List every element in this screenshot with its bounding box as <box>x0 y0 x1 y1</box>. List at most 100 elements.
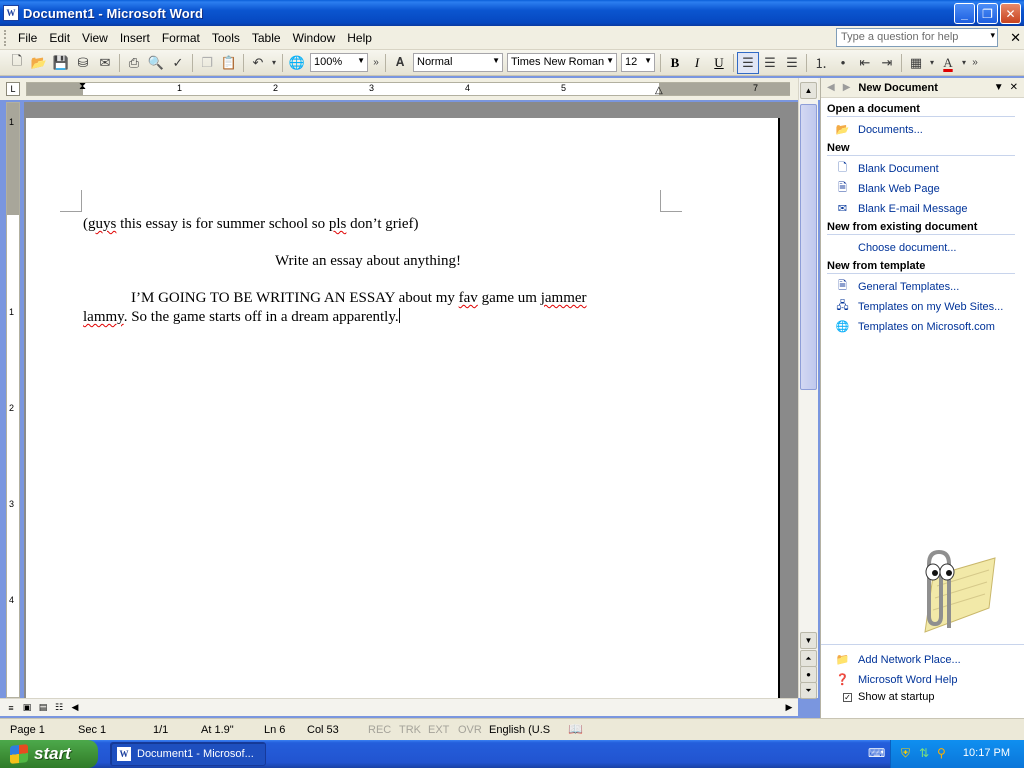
misspelled-word[interactable]: lammy <box>83 309 124 325</box>
menu-edit[interactable]: Edit <box>43 28 76 48</box>
misspelled-word[interactable]: guys <box>88 216 116 232</box>
bold-button[interactable]: B <box>664 52 686 74</box>
right-indent-marker-icon[interactable]: △ <box>655 85 663 96</box>
align-center-icon[interactable]: ☰ <box>759 52 781 74</box>
borders-icon[interactable]: ▦ <box>905 52 927 74</box>
print-layout-icon[interactable]: ▤ <box>36 701 50 714</box>
chevron-down-icon[interactable]: ▼ <box>357 56 365 65</box>
undo-icon[interactable]: ↶ <box>247 52 269 74</box>
menu-format[interactable]: Format <box>156 28 206 48</box>
documents-link[interactable]: 📂 Documents... <box>835 122 1024 137</box>
status-rec[interactable]: REC <box>368 724 391 736</box>
normal-view-icon[interactable]: ≡ <box>4 701 18 714</box>
chevron-down-icon[interactable]: ▼ <box>644 56 652 65</box>
permission-icon[interactable]: ⛁ <box>72 52 94 74</box>
toolbar-options-icon[interactable]: » <box>969 52 981 74</box>
scroll-left-icon[interactable]: ◀ <box>68 701 82 714</box>
horizontal-ruler[interactable]: 1 2 3 4 5 7 ⧗ △ <box>26 81 790 96</box>
scrollbar-thumb[interactable] <box>800 104 817 390</box>
copy-icon[interactable]: ❐ <box>196 52 218 74</box>
email-icon[interactable]: ✉ <box>94 52 116 74</box>
show-at-startup-checkbox[interactable]: ✓ Show at startup <box>843 691 1024 703</box>
status-trk[interactable]: TRK <box>399 724 421 736</box>
status-ext[interactable]: EXT <box>428 724 449 736</box>
choose-document-link[interactable]: Choose document... <box>858 240 1024 255</box>
status-pages[interactable]: 1/1 <box>153 724 168 736</box>
zoom-select[interactable]: 100% ▼ <box>310 53 368 72</box>
menu-tools[interactable]: Tools <box>206 28 246 48</box>
status-page[interactable]: Page 1 <box>10 724 45 736</box>
word-help-link[interactable]: ❓ Microsoft Word Help <box>835 672 1024 687</box>
back-arrow-icon[interactable]: ◀ <box>827 82 835 93</box>
vertical-ruler[interactable]: 1 1 2 3 4 <box>6 102 20 698</box>
numbering-icon[interactable]: ⒈ <box>810 52 832 74</box>
print-icon[interactable]: ⎙ <box>123 52 145 74</box>
templates-microsoft-link[interactable]: 🌐 Templates on Microsoft.com <box>835 319 1024 334</box>
maximize-button[interactable]: ❐ <box>977 3 998 24</box>
chevron-down-icon[interactable]: ▾ <box>959 52 969 74</box>
font-size-select[interactable]: 12 ▼ <box>621 53 655 72</box>
style-select[interactable]: Normal ▼ <box>413 53 503 72</box>
close-icon[interactable]: ✕ <box>1010 82 1018 93</box>
forward-arrow-icon[interactable]: ▶ <box>843 82 851 93</box>
close-button[interactable]: ✕ <box>1000 3 1021 24</box>
status-section[interactable]: Sec 1 <box>78 724 106 736</box>
outline-view-icon[interactable]: ☷ <box>52 701 66 714</box>
scroll-up-icon[interactable]: ▲ <box>800 82 817 99</box>
document-page[interactable]: (guys this essay is for summer school so… <box>26 118 780 698</box>
tab-selector-icon[interactable]: L <box>6 82 20 96</box>
blank-email-link[interactable]: ✉ Blank E-mail Message <box>835 201 1024 216</box>
scroll-down-icon[interactable]: ▼ <box>800 632 817 649</box>
font-select[interactable]: Times New Roman ▼ <box>507 53 617 72</box>
spelling-icon[interactable]: ✓ <box>167 52 189 74</box>
keyboard-icon[interactable]: ⌨ <box>868 746 885 760</box>
paste-icon[interactable]: 📋 <box>218 52 240 74</box>
menu-table[interactable]: Table <box>246 28 287 48</box>
chevron-down-icon[interactable]: ▼ <box>606 56 614 65</box>
start-button[interactable]: start <box>0 740 98 768</box>
menu-insert[interactable]: Insert <box>114 28 156 48</box>
chevron-down-icon[interactable]: ▼ <box>492 56 500 65</box>
misspelled-word[interactable]: jammer <box>541 290 587 306</box>
security-shield-icon[interactable]: ⛨ <box>901 746 910 761</box>
clock[interactable]: 10:17 PM <box>963 747 1010 759</box>
misspelled-word[interactable]: pls <box>329 216 347 232</box>
align-right-icon[interactable]: ☰ <box>781 52 803 74</box>
increase-indent-icon[interactable]: ⇥ <box>876 52 898 74</box>
status-language[interactable]: English (U.S <box>489 724 550 736</box>
document-area[interactable]: (guys this essay is for summer school so… <box>24 102 798 698</box>
styles-icon[interactable]: 𝐀 <box>389 52 411 74</box>
blank-web-page-link[interactable]: 🗎 Blank Web Page <box>835 181 1024 196</box>
menu-window[interactable]: Window <box>287 28 342 48</box>
next-page-icon[interactable]: ⏷ <box>800 682 817 699</box>
status-at[interactable]: At 1.9" <box>201 724 234 736</box>
network-icon[interactable]: ⇅ <box>919 746 929 760</box>
status-column[interactable]: Col 53 <box>307 724 339 736</box>
document-line-1[interactable]: (guys this essay is for summer school so… <box>83 216 419 233</box>
templates-web-sites-link[interactable]: 🖧 Templates on my Web Sites... <box>835 299 1024 314</box>
add-network-place-link[interactable]: 📁 Add Network Place... <box>835 652 1024 667</box>
misspelled-word[interactable]: fav <box>459 290 478 306</box>
help-search-input[interactable]: Type a question for help ▾ <box>836 28 998 47</box>
search-icon[interactable]: ⚲ <box>937 746 946 760</box>
menu-view[interactable]: View <box>76 28 114 48</box>
toolbar-grip[interactable] <box>4 29 8 46</box>
previous-page-icon[interactable]: ⏶ <box>800 650 817 667</box>
clippy-assistant-icon[interactable] <box>903 546 999 638</box>
underline-button[interactable]: U <box>708 52 730 74</box>
menu-file[interactable]: File <box>12 28 43 48</box>
document-heading[interactable]: Write an essay about anything! <box>275 253 461 270</box>
menu-help[interactable]: Help <box>341 28 378 48</box>
horizontal-scroll-track[interactable] <box>82 701 782 715</box>
general-templates-link[interactable]: 🗎 General Templates... <box>835 279 1024 294</box>
blank-document-link[interactable]: 🗋 Blank Document <box>835 161 1024 176</box>
document-paragraph-line-1[interactable]: I’M GOING TO BE WRITING AN ESSAY about m… <box>131 290 587 307</box>
indent-marker-icon[interactable]: ⧗ <box>79 81 86 92</box>
toolbar-options-icon[interactable]: » <box>370 52 382 74</box>
align-left-icon[interactable]: ☰ <box>737 51 759 74</box>
document-paragraph-line-2[interactable]: lammy. So the game starts off in a dream… <box>83 308 400 326</box>
decrease-indent-icon[interactable]: ⇤ <box>854 52 876 74</box>
print-preview-icon[interactable]: 🔍 <box>145 52 167 74</box>
chevron-down-icon[interactable]: ▾ <box>269 52 279 74</box>
scroll-right-icon[interactable]: ▶ <box>782 701 796 714</box>
